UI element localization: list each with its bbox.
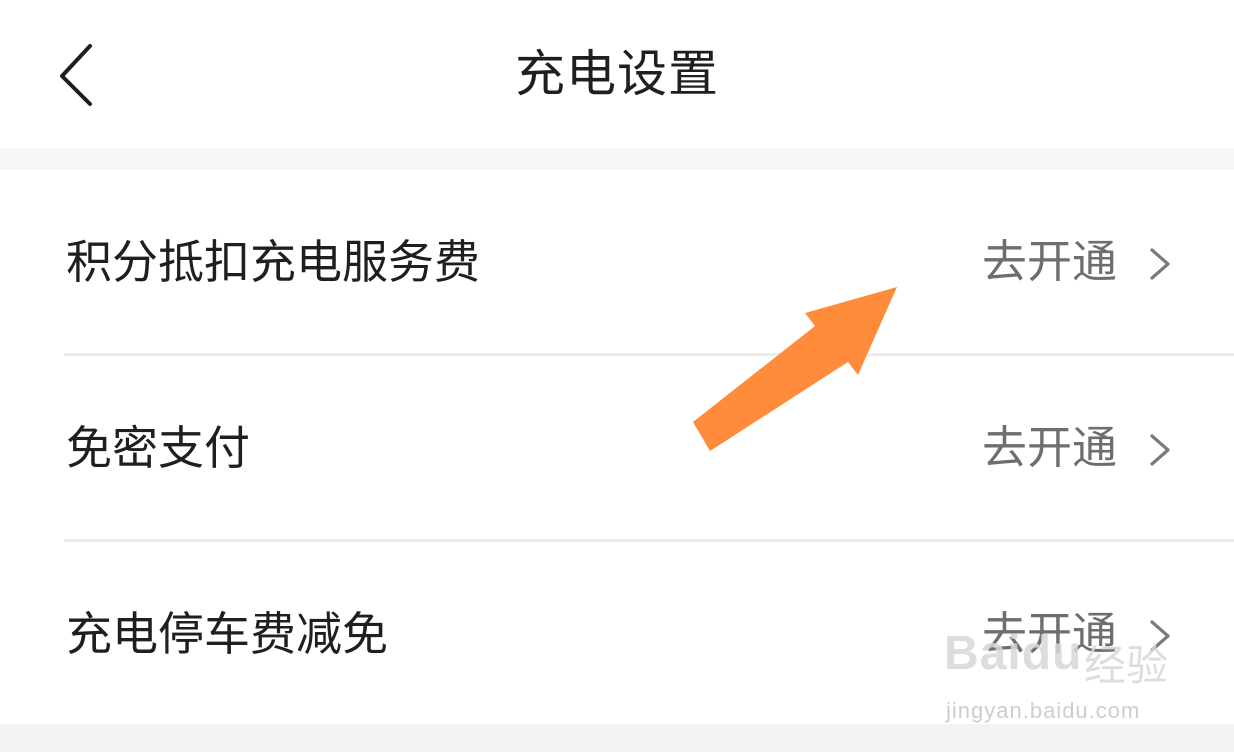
settings-row-points-deduction[interactable]: 积分抵扣充电服务费 去开通 <box>0 170 1234 354</box>
row-action[interactable]: 去开通 <box>982 420 1117 476</box>
row-label: 积分抵扣充电服务费 <box>66 235 480 289</box>
settings-row-parking-fee-waiver[interactable]: 充电停车费减免 去开通 <box>0 542 1234 726</box>
page-title: 充电设置 <box>515 45 719 103</box>
row-label: 充电停车费减免 <box>66 607 388 661</box>
row-label: 免密支付 <box>66 421 250 475</box>
chevron-right-icon <box>1150 248 1170 280</box>
arrow-icon <box>693 287 897 451</box>
section-gap <box>0 148 1234 170</box>
bottom-gap <box>0 724 1234 752</box>
settings-list: 积分抵扣充电服务费 去开通 免密支付 去开通 充电停车费减免 去开通 <box>0 170 1234 724</box>
row-action[interactable]: 去开通 <box>982 234 1117 290</box>
settings-row-password-free-payment[interactable]: 免密支付 去开通 <box>0 356 1234 540</box>
chevron-right-icon <box>1150 620 1170 652</box>
chevron-right-icon <box>1150 434 1170 466</box>
row-action[interactable]: 去开通 <box>982 606 1117 662</box>
top-bar: 充电设置 <box>0 0 1234 148</box>
